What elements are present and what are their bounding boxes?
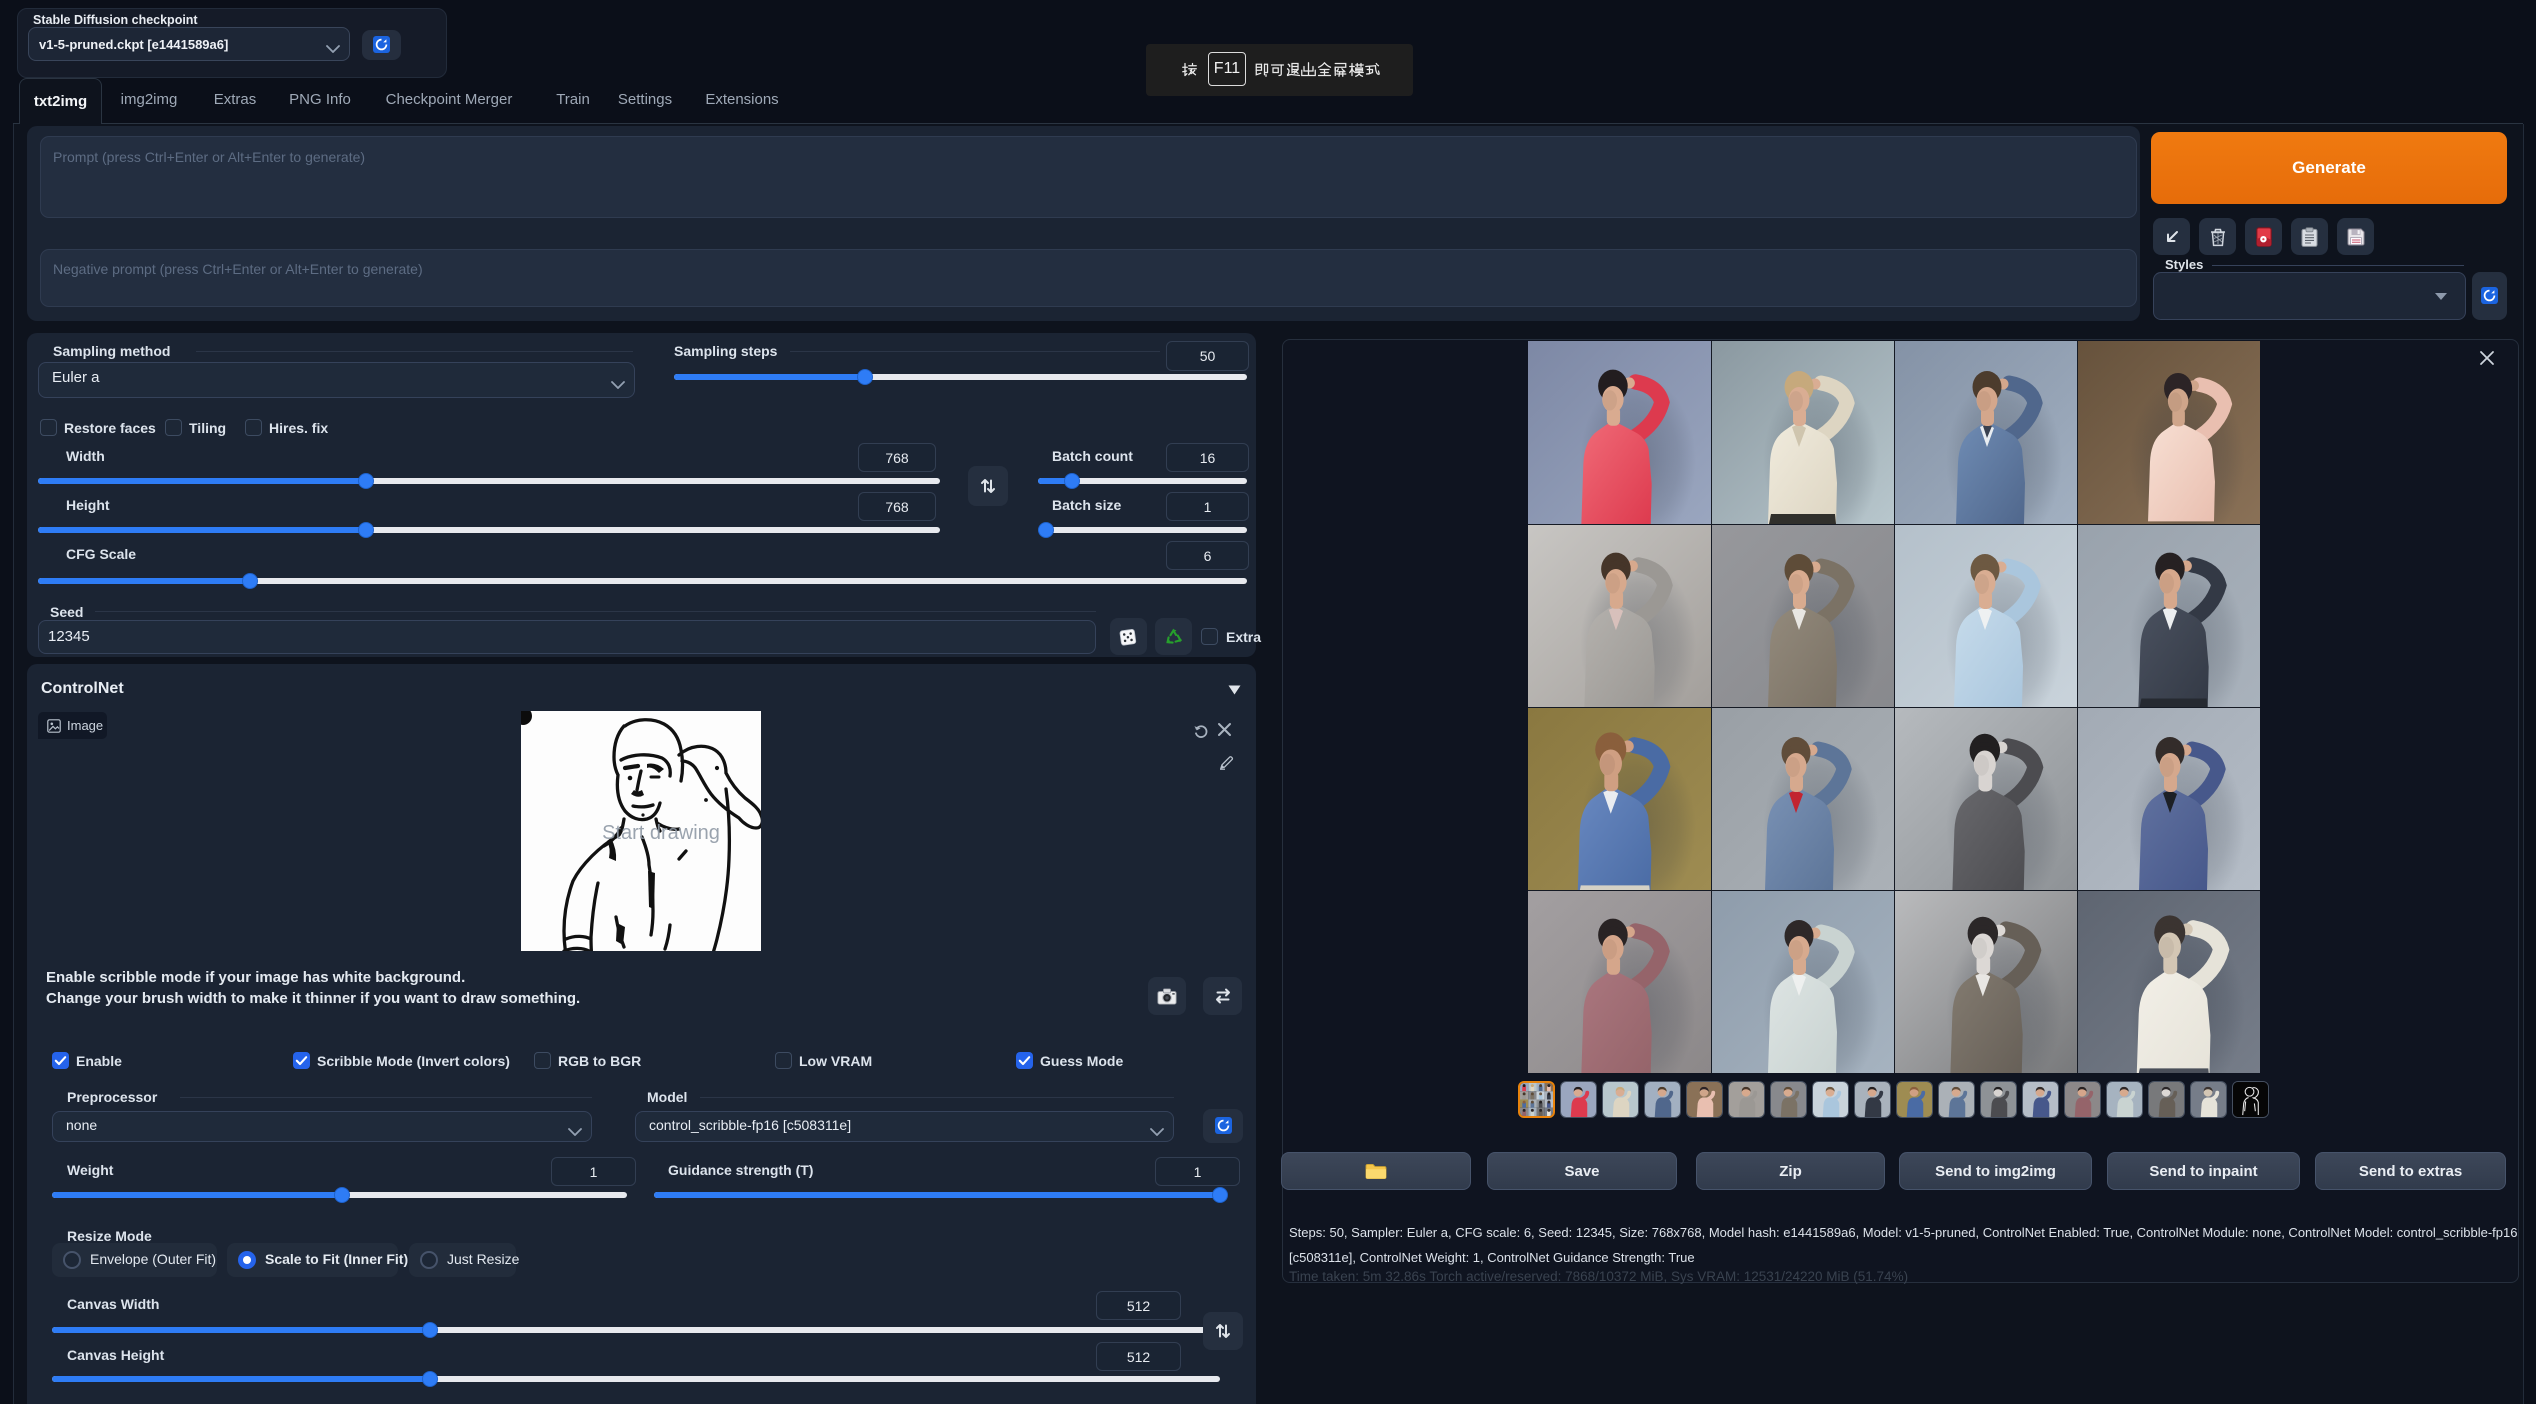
svg-text:Start drawing: Start drawing [602,822,720,844]
